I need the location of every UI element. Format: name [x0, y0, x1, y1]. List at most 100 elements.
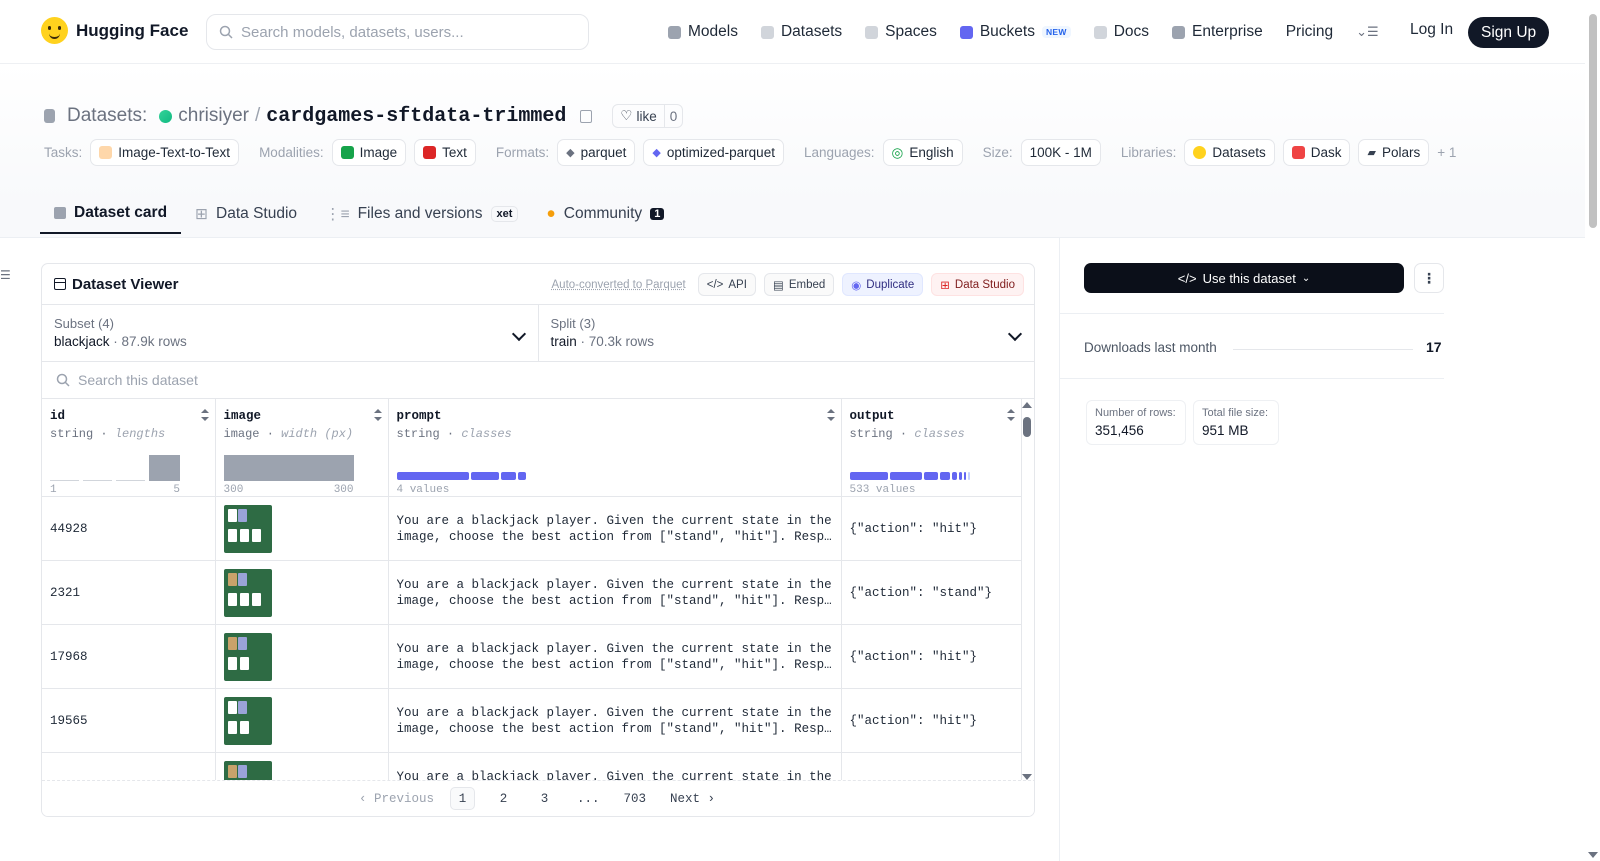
dataset-search-input[interactable]: [78, 372, 578, 388]
stat-label: Number of rows:: [1095, 407, 1176, 419]
next-page-button[interactable]: Next ›: [666, 787, 719, 810]
database-icon: [44, 109, 55, 123]
like-button[interactable]: ♡ like 0: [612, 104, 684, 128]
column-header-output[interactable]: output string · classes 533 values: [841, 399, 1022, 497]
login-link[interactable]: Log In: [1410, 21, 1453, 39]
nav-models[interactable]: Models: [668, 18, 738, 46]
sort-icon[interactable]: [200, 409, 209, 421]
subset-value: blackjack: [54, 334, 110, 349]
cell-image[interactable]: [215, 688, 389, 753]
table-row[interactable]: 2321 You are a blackjack player. Given t…: [42, 560, 1022, 625]
nav-datasets[interactable]: Datasets: [760, 18, 842, 46]
heart-icon: ♡: [620, 108, 633, 123]
column-header-id[interactable]: id string · lengths 15: [42, 399, 216, 497]
use-this-dataset-button[interactable]: </> Use this dataset ⌄: [1084, 263, 1404, 293]
tag-size[interactable]: 100K - 1M: [1020, 139, 1101, 166]
card-game-thumbnail[interactable]: [223, 632, 272, 681]
text-icon: [423, 146, 437, 159]
column-header-prompt[interactable]: prompt string · classes 4 values: [388, 399, 842, 497]
more-libraries[interactable]: + 1: [1437, 145, 1456, 160]
previous-page-button[interactable]: ‹ Previous: [359, 792, 434, 806]
nav-enterprise-label: Enterprise: [1192, 23, 1263, 40]
tag-modality-image[interactable]: Image: [331, 139, 407, 166]
formats-group: Formats: ◆ parquet ◆ optimized-parquet: [496, 139, 792, 166]
cell-image[interactable]: [215, 560, 389, 625]
table-row[interactable]: 19565 You are a blackjack player. Given …: [42, 688, 1022, 753]
tab-files-and-versions[interactable]: ⋮≡ Files and versions xet: [311, 194, 532, 234]
copy-icon[interactable]: [580, 109, 593, 123]
page-ellipsis: ...: [576, 791, 600, 806]
table-row[interactable]: 17968 You are a blackjack player. Given …: [42, 624, 1022, 689]
cell-image[interactable]: [215, 624, 389, 689]
enterprise-icon: [1172, 25, 1186, 39]
card-game-thumbnail[interactable]: [223, 568, 272, 617]
class-segment: [951, 472, 957, 480]
split-select[interactable]: Split (3) train · 70.3k rows: [537, 305, 1035, 361]
column-type: string · classes: [849, 427, 965, 441]
tab-dataset-card[interactable]: Dataset card: [40, 194, 182, 234]
brand-logo[interactable]: Hugging Face: [41, 17, 188, 44]
tab-data-studio[interactable]: ⊞ Data Studio: [181, 194, 311, 234]
page-button[interactable]: 3: [532, 787, 557, 810]
dataset-name[interactable]: cardgames-sftdata-trimmed: [266, 105, 566, 128]
table-row[interactable]: 44928 You are a blackjack player. Given …: [42, 496, 1022, 561]
global-search-input[interactable]: [241, 23, 561, 41]
column-type: string · classes: [396, 427, 512, 441]
sidebar-toggle-icon[interactable]: ☰: [0, 268, 11, 282]
scroll-up-icon[interactable]: [1022, 402, 1032, 408]
stat-value: 351,456: [1095, 423, 1144, 438]
embed-button[interactable]: ▤ Embed: [763, 273, 835, 296]
tag-task[interactable]: Image-Text-to-Text: [90, 139, 240, 166]
auto-converted-link[interactable]: Auto-converted to Parquet: [552, 279, 686, 291]
width-histogram: [223, 453, 380, 481]
scroll-thumb[interactable]: [1023, 417, 1031, 437]
data-studio-button[interactable]: ⊞ Data Studio: [931, 273, 1024, 296]
column-header-image[interactable]: image image · width (px) 300 300: [215, 399, 389, 497]
global-search[interactable]: [206, 14, 589, 50]
nav-enterprise[interactable]: Enterprise: [1172, 18, 1263, 46]
nav-spaces[interactable]: Spaces: [865, 18, 937, 46]
card-game-thumbnail[interactable]: [223, 696, 272, 745]
kebab-menu-icon: ⋮: [1422, 269, 1436, 286]
tag-format-optimized-parquet[interactable]: ◆ optimized-parquet: [643, 139, 784, 166]
tag-library-polars[interactable]: ▰ Polars: [1358, 139, 1430, 166]
tab-community[interactable]: ● Community 1: [532, 194, 678, 234]
tag-format-parquet[interactable]: ◆ parquet: [557, 139, 636, 166]
api-button[interactable]: </> API: [697, 273, 756, 296]
scroll-down-icon[interactable]: [1588, 852, 1598, 858]
pagination: ‹ Previous 1 2 3 ... 703 Next ›: [42, 780, 1034, 816]
sort-icon[interactable]: [826, 409, 835, 421]
datasets-section-label[interactable]: Datasets:: [67, 105, 147, 127]
subset-select[interactable]: Subset (4) blackjack · 87.9k rows: [42, 305, 538, 361]
sort-icon[interactable]: [1006, 409, 1015, 421]
owner-link[interactable]: chrisiyer: [178, 105, 249, 127]
page-scroll-thumb[interactable]: [1589, 14, 1597, 228]
page-button-last[interactable]: 703: [620, 787, 651, 810]
nav-docs[interactable]: Docs: [1093, 18, 1149, 46]
tag-library-dask[interactable]: Dask: [1282, 139, 1351, 166]
tag-language-english[interactable]: ◎ English: [882, 139, 963, 166]
card-game-thumbnail[interactable]: [223, 504, 272, 553]
tag-modality-text[interactable]: Text: [414, 139, 476, 166]
polars-icon: ▰: [1367, 147, 1376, 159]
dataset-tags: Tasks: Image-Text-to-Text Modalities: Im…: [44, 139, 1468, 166]
nav-pricing[interactable]: Pricing: [1286, 18, 1333, 46]
page-scrollbar[interactable]: [1585, 0, 1600, 861]
sort-icon[interactable]: [373, 409, 382, 421]
signup-button[interactable]: Sign Up: [1468, 17, 1550, 48]
page-button-current[interactable]: 1: [449, 787, 475, 810]
class-segment: [500, 472, 516, 480]
page-button[interactable]: 2: [491, 787, 516, 810]
tag-library-datasets[interactable]: Datasets: [1184, 139, 1275, 166]
split-label: Split (3): [550, 316, 596, 331]
nav-more-menu[interactable]: ⌄☰: [1356, 18, 1379, 46]
cell-image[interactable]: [215, 496, 389, 561]
subset-split-selectors: Subset (4) blackjack · 87.9k rows Split …: [42, 305, 1034, 362]
duplicate-button[interactable]: ◉ Duplicate: [842, 273, 924, 296]
xet-badge: xet: [490, 206, 519, 222]
dataset-search[interactable]: [42, 362, 1034, 399]
prompt-line: image, choose the best action from ["sta…: [396, 529, 833, 544]
table-scrollbar[interactable]: [1019, 400, 1034, 782]
more-options-button[interactable]: ⋮: [1414, 263, 1444, 293]
nav-buckets[interactable]: Buckets NEW: [959, 18, 1071, 46]
